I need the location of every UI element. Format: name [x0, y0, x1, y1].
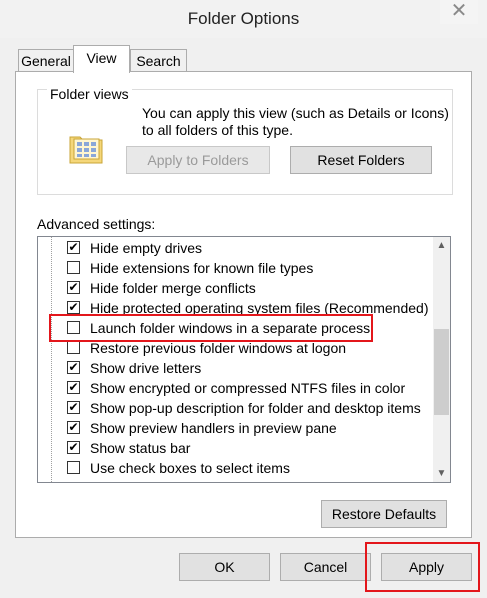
list-item-label: Show pop-up description for folder and d…	[90, 400, 421, 416]
title-bar: Folder Options ✕	[0, 0, 487, 39]
list-item-label: Show preview handlers in preview pane	[90, 420, 337, 436]
folder-views-description: You can apply this view (such as Details…	[142, 105, 449, 138]
folder-views-icon	[69, 136, 103, 164]
highlight-apply-button	[365, 542, 480, 592]
folder-views-group: Folder views You can apply this view (su…	[37, 86, 453, 195]
list-item-label: Hide extensions for known file types	[90, 260, 314, 276]
list-item[interactable]: ✔ Show encrypted or compressed NTFS file…	[38, 378, 428, 398]
apply-to-folders-button[interactable]: Apply to Folders	[126, 146, 270, 174]
tab-view[interactable]: View	[73, 45, 130, 73]
list-item-label: Use check boxes to select items	[90, 460, 290, 476]
checkbox[interactable]: ✔	[67, 441, 80, 454]
checkbox[interactable]: ✔	[67, 401, 80, 414]
scrollbar-thumb[interactable]	[434, 329, 449, 415]
list-item-label: Show drive letters	[90, 360, 202, 376]
checkbox[interactable]	[67, 341, 80, 354]
checkbox[interactable]: ✔	[67, 381, 80, 394]
view-tab-panel: Folder views You can apply this view (su…	[15, 71, 472, 538]
folder-views-legend: Folder views	[47, 86, 132, 102]
highlight-launch-separate-process	[49, 314, 373, 342]
list-item-label: Hide folder merge conflicts	[90, 280, 256, 296]
list-item[interactable]: ✔ Hide folder merge conflicts	[38, 278, 428, 298]
vertical-scrollbar[interactable]: ▲ ▼	[433, 237, 450, 482]
list-item-label: Hide empty drives	[90, 240, 203, 256]
checkbox[interactable]: ✔	[67, 301, 80, 314]
scroll-down-arrow-icon[interactable]: ▼	[433, 465, 450, 482]
restore-defaults-button[interactable]: Restore Defaults	[321, 500, 447, 528]
advanced-settings-list[interactable]: ✔ Hide empty drives Hide extensions for …	[37, 236, 451, 483]
list-item[interactable]: ✔ Show status bar	[38, 438, 428, 458]
checkbox[interactable]	[67, 461, 80, 474]
list-item[interactable]: Hide extensions for known file types	[38, 258, 428, 278]
list-item[interactable]: ✔ Show preview handlers in preview pane	[38, 418, 428, 438]
checkbox[interactable]	[67, 261, 80, 274]
list-item[interactable]: Use check boxes to select items	[38, 458, 428, 478]
close-icon: ✕	[450, 0, 468, 22]
advanced-settings-label: Advanced settings:	[37, 216, 156, 232]
list-item-label: Show encrypted or compressed NTFS files …	[90, 380, 406, 396]
list-item[interactable]: ✔ Show drive letters	[38, 358, 428, 378]
list-item[interactable]: ✔ Show pop-up description for folder and…	[38, 398, 428, 418]
tab-general[interactable]: General	[18, 49, 74, 72]
list-item[interactable]: ✔ Hide empty drives	[38, 238, 428, 258]
checkbox[interactable]: ✔	[67, 361, 80, 374]
window-title: Folder Options	[187, 9, 300, 28]
cancel-button[interactable]: Cancel	[280, 553, 371, 581]
scroll-up-arrow-icon[interactable]: ▲	[433, 237, 450, 254]
close-button[interactable]: ✕	[440, 0, 478, 24]
checkbox[interactable]: ✔	[67, 421, 80, 434]
list-item-label: Show status bar	[90, 440, 191, 456]
tab-search[interactable]: Search	[130, 49, 187, 72]
reset-folders-button[interactable]: Reset Folders	[290, 146, 432, 174]
checkbox[interactable]: ✔	[67, 241, 80, 254]
checkbox[interactable]: ✔	[67, 281, 80, 294]
ok-button[interactable]: OK	[179, 553, 270, 581]
